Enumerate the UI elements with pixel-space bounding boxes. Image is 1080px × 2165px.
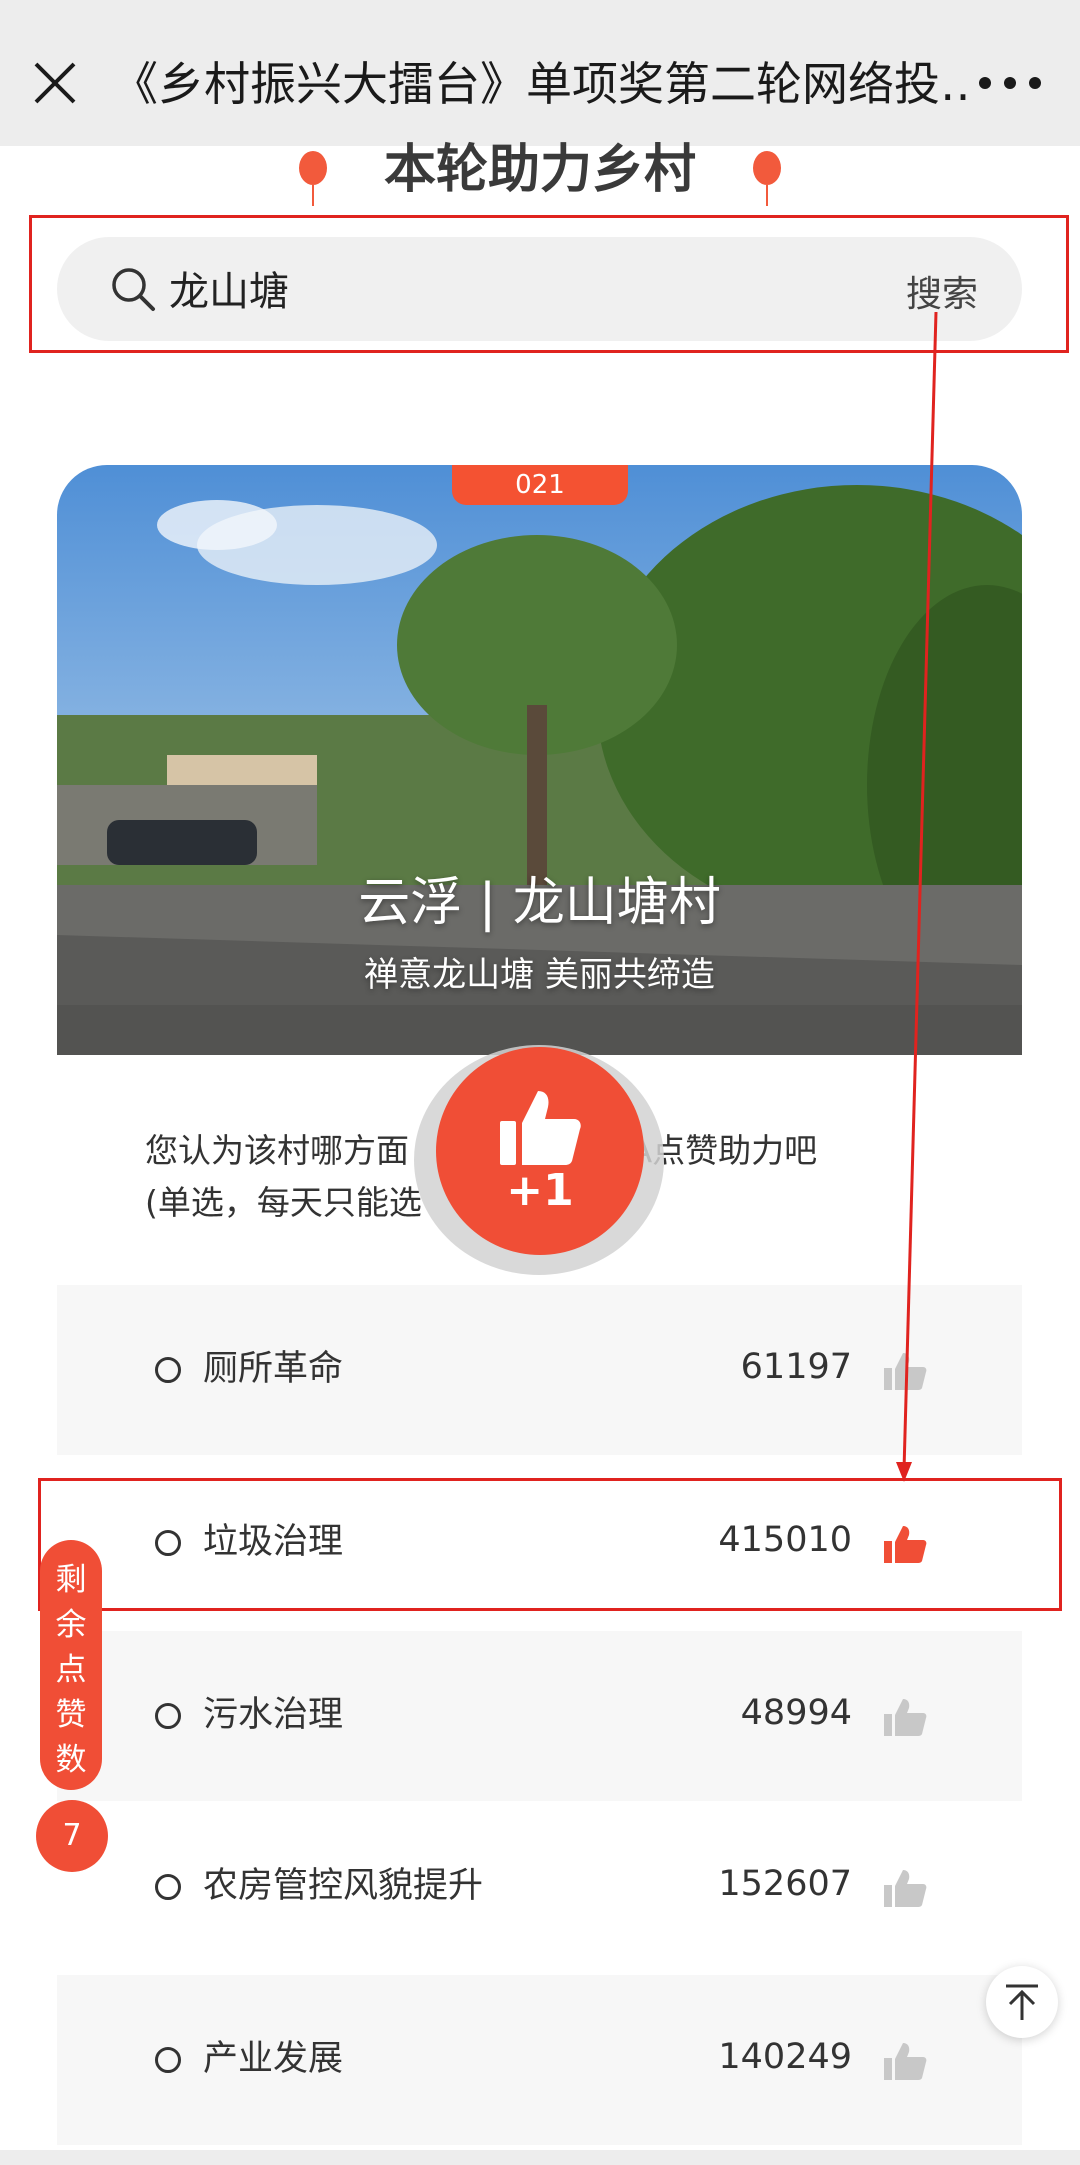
radio-button[interactable] bbox=[155, 2047, 181, 2073]
thumbs-up-icon[interactable] bbox=[883, 1868, 927, 1908]
bottom-edge bbox=[0, 2150, 1080, 2165]
arrow-up-icon bbox=[1006, 1984, 1038, 2020]
village-name: 云浮 | 龙山塘村 bbox=[358, 873, 721, 933]
remaining-likes-count: 7 bbox=[36, 1800, 108, 1872]
close-icon[interactable] bbox=[30, 58, 80, 108]
option-row[interactable]: 产业发展 140249 bbox=[57, 1975, 1022, 2145]
radio-button[interactable] bbox=[155, 1874, 181, 1900]
thumbs-up-icon bbox=[500, 1091, 581, 1165]
option-label: 产业发展 bbox=[203, 2039, 344, 2079]
village-slogan: 禅意龙山塘 美丽共缔造 bbox=[364, 955, 715, 995]
plus-one-label: +1 bbox=[506, 1165, 574, 1216]
thumbs-up-icon[interactable] bbox=[883, 1351, 927, 1391]
vote-count: 61197 bbox=[740, 1347, 852, 1387]
village-code-tag: 021 bbox=[452, 465, 628, 505]
option-label: 农房管控风貌提升 bbox=[203, 1866, 484, 1906]
option-row[interactable]: 厕所革命 61197 bbox=[57, 1285, 1022, 1455]
back-to-top-button[interactable] bbox=[986, 1966, 1058, 2038]
like-popup: +1 bbox=[436, 1047, 644, 1255]
option-label: 污水治理 bbox=[203, 1695, 344, 1735]
section-title: 本轮助力乡村 bbox=[383, 140, 696, 200]
thumbs-up-icon[interactable] bbox=[883, 1697, 927, 1737]
remaining-likes-badge: 剩余点赞数 bbox=[40, 1540, 102, 1790]
vote-count: 152607 bbox=[718, 1864, 852, 1904]
page-title: 《乡村振兴大擂台》单项奖第二轮网络投… bbox=[112, 57, 972, 111]
radio-button[interactable] bbox=[155, 1357, 181, 1383]
annotation-box-option bbox=[38, 1478, 1062, 1611]
more-icon[interactable] bbox=[975, 60, 1045, 106]
vote-count: 48994 bbox=[740, 1693, 852, 1733]
option-label: 厕所革命 bbox=[203, 1349, 344, 1389]
remaining-likes-label: 剩余点赞数 bbox=[55, 1562, 87, 1778]
option-row[interactable]: 污水治理 48994 bbox=[57, 1631, 1022, 1801]
annotation-box-search bbox=[29, 215, 1069, 353]
radio-button[interactable] bbox=[155, 1703, 181, 1729]
balloon-icon bbox=[753, 151, 781, 206]
top-nav-bar: 《乡村振兴大擂台》单项奖第二轮网络投… bbox=[0, 0, 1080, 146]
thumbs-up-icon[interactable] bbox=[883, 2041, 927, 2081]
option-row[interactable]: 农房管控风貌提升 152607 bbox=[57, 1802, 1022, 1972]
vote-count: 140249 bbox=[718, 2037, 852, 2077]
